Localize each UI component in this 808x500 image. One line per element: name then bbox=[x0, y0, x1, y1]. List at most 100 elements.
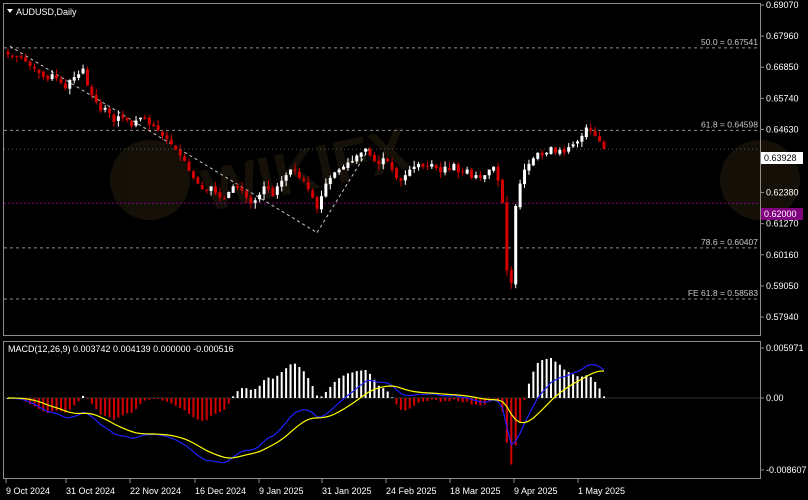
macd-histogram-bar bbox=[395, 397, 398, 405]
macd-histogram-bar bbox=[157, 397, 160, 400]
macd-histogram-bar bbox=[355, 371, 358, 398]
macd-histogram-bar bbox=[143, 397, 146, 401]
candle-body bbox=[452, 163, 456, 171]
candle-body bbox=[249, 197, 253, 204]
candle-body bbox=[509, 269, 513, 284]
macd-tick-label: -0.008607 bbox=[766, 465, 807, 475]
candle-body bbox=[408, 169, 412, 176]
candle-body bbox=[523, 169, 527, 185]
price-tick-label: 0.66850 bbox=[766, 62, 799, 72]
macd-histogram-bar bbox=[492, 397, 495, 399]
macd-histogram-bar bbox=[408, 397, 411, 409]
candle-body bbox=[50, 74, 54, 80]
candle-body bbox=[227, 191, 231, 198]
candle-body bbox=[505, 202, 509, 271]
macd-histogram-bar bbox=[117, 397, 120, 418]
candle-body bbox=[174, 145, 178, 150]
candle-body bbox=[262, 186, 266, 195]
macd-histogram-bar bbox=[205, 397, 208, 421]
candle-body bbox=[231, 186, 235, 193]
time-tick-label: 16 Dec 2024 bbox=[195, 486, 246, 496]
macd-histogram-bar bbox=[589, 377, 592, 398]
macd-histogram-bar bbox=[258, 385, 261, 398]
macd-histogram-bar bbox=[320, 396, 323, 398]
candle-body bbox=[240, 187, 244, 191]
macd-histogram-bar bbox=[523, 397, 526, 401]
candle-body bbox=[218, 192, 222, 198]
candle-body bbox=[41, 71, 45, 78]
macd-histogram-bar bbox=[514, 397, 517, 446]
macd-histogram-bar bbox=[510, 397, 513, 465]
candle-body bbox=[121, 115, 125, 118]
candle-body bbox=[434, 165, 438, 169]
candle-body bbox=[213, 186, 217, 194]
fib-level-label: 50.0 = 0.67541 bbox=[701, 37, 758, 47]
macd-histogram-bar bbox=[572, 374, 575, 398]
macd-histogram-bar bbox=[404, 397, 407, 411]
macd-histogram-bar bbox=[161, 397, 164, 401]
candle-body bbox=[90, 86, 94, 96]
time-tick-label: 9 Jan 2025 bbox=[259, 486, 304, 496]
macd-histogram-bar bbox=[550, 358, 553, 398]
candle-body bbox=[430, 163, 434, 167]
candle-body bbox=[236, 186, 240, 188]
candle-body bbox=[147, 117, 151, 125]
candle-body bbox=[205, 189, 209, 191]
macd-histogram-bar bbox=[86, 397, 89, 399]
candle-body bbox=[253, 200, 257, 203]
candle-body bbox=[487, 169, 491, 176]
time-tick-label: 31 Oct 2024 bbox=[66, 486, 115, 496]
candle-body bbox=[183, 156, 187, 162]
macd-histogram-bar bbox=[426, 397, 429, 402]
macd-histogram-bar bbox=[165, 397, 168, 402]
macd-histogram-bar bbox=[104, 397, 107, 416]
macd-histogram-bar bbox=[170, 397, 173, 404]
candle-body bbox=[514, 205, 518, 285]
macd-histogram-bar bbox=[245, 388, 248, 398]
candle-body bbox=[390, 162, 394, 170]
candle-body bbox=[244, 190, 248, 198]
candle-body bbox=[156, 125, 160, 131]
candle-body bbox=[319, 196, 323, 210]
candle-body bbox=[258, 194, 262, 200]
candle-body bbox=[143, 117, 147, 120]
macd-histogram-bar bbox=[298, 367, 301, 398]
macd-histogram-bar bbox=[307, 378, 310, 398]
candle-body bbox=[465, 169, 469, 174]
fib-level-label: 61.8 = 0.64598 bbox=[701, 119, 758, 129]
price-tick-label: 0.60160 bbox=[766, 250, 799, 260]
trading-chart[interactable]: WIKIFX 50.0 = 0.6754161.8 = 0.6459878.6 … bbox=[0, 0, 808, 500]
candle-body bbox=[567, 147, 571, 152]
candle-body bbox=[116, 116, 120, 121]
price-tick-label: 0.57940 bbox=[766, 312, 799, 322]
time-tick-label: 18 Mar 2025 bbox=[450, 486, 501, 496]
price-tick-label: 0.62380 bbox=[766, 188, 799, 198]
candle-body bbox=[6, 51, 10, 55]
current-price-badge: 0.63928 bbox=[761, 152, 803, 164]
macd-histogram-bar bbox=[338, 378, 341, 398]
macd-histogram-bar bbox=[399, 397, 402, 410]
candle-body bbox=[134, 120, 138, 126]
macd-panel[interactable] bbox=[3, 341, 761, 479]
macd-histogram-bar bbox=[196, 397, 199, 420]
macd-histogram-bar bbox=[430, 397, 433, 400]
macd-histogram-bar bbox=[545, 358, 548, 398]
macd-histogram-bar bbox=[439, 397, 442, 403]
macd-histogram-bar bbox=[382, 388, 385, 398]
macd-label: MACD(12,26,9) 0.003742 0.004139 0.000000… bbox=[8, 344, 234, 354]
macd-histogram-bar bbox=[448, 397, 451, 402]
time-tick-label: 1 May 2025 bbox=[578, 486, 625, 496]
candle-body bbox=[536, 152, 540, 159]
macd-histogram-bar bbox=[293, 363, 296, 398]
macd-histogram-bar bbox=[417, 397, 420, 403]
macd-histogram-bar bbox=[342, 375, 345, 398]
macd-histogram-bar bbox=[603, 396, 605, 398]
macd-axis: 0.005971 0.00 -0.008607 bbox=[760, 343, 807, 475]
candle-body bbox=[474, 175, 478, 178]
candle-body bbox=[99, 102, 103, 111]
macd-histogram-bar bbox=[99, 397, 102, 415]
candle-body bbox=[421, 163, 425, 167]
candle-body bbox=[553, 147, 557, 153]
macd-histogram-bar bbox=[152, 397, 155, 399]
candle-body bbox=[443, 166, 447, 173]
